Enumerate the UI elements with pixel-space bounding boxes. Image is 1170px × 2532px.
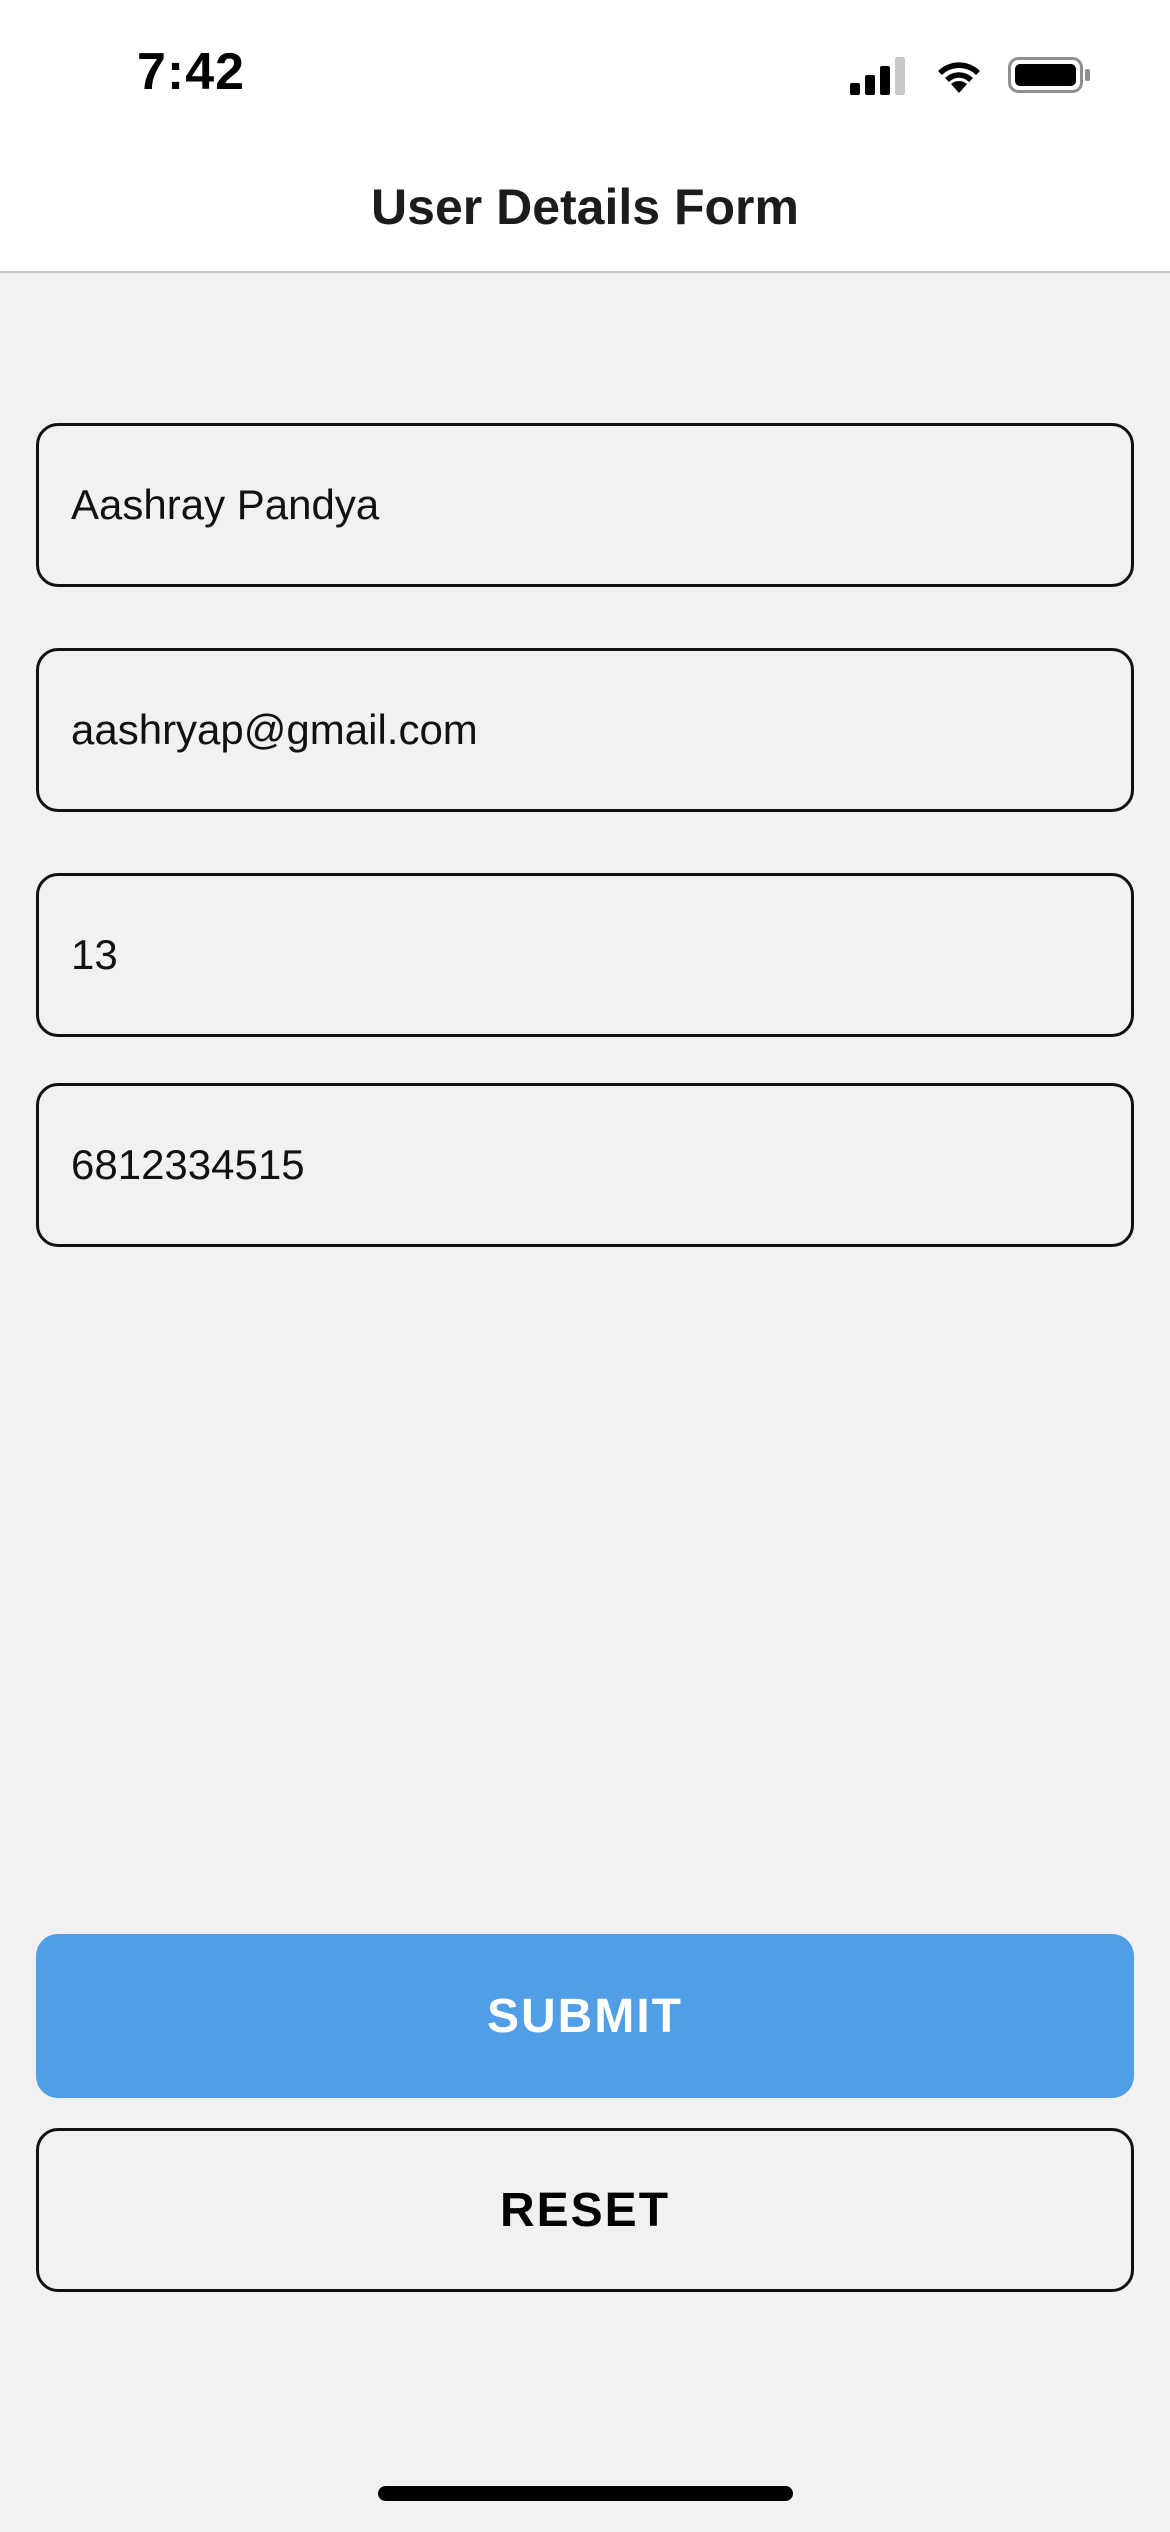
wifi-icon bbox=[932, 55, 986, 100]
battery-icon bbox=[1008, 55, 1092, 100]
name-field[interactable] bbox=[36, 423, 1134, 587]
name-input[interactable] bbox=[71, 481, 1131, 529]
home-indicator[interactable] bbox=[378, 2486, 793, 2501]
cellular-signal-icon bbox=[850, 55, 910, 100]
reset-button[interactable]: RESET bbox=[36, 2128, 1134, 2292]
status-time: 7:42 bbox=[137, 43, 246, 101]
phone-input[interactable] bbox=[71, 1141, 1131, 1189]
page-title: User Details Form bbox=[371, 179, 799, 235]
submit-button[interactable]: SUBMIT bbox=[36, 1934, 1134, 2098]
age-input[interactable] bbox=[71, 931, 1131, 979]
phone-field[interactable] bbox=[36, 1083, 1134, 1247]
status-icons bbox=[850, 56, 1092, 98]
age-field[interactable] bbox=[36, 873, 1134, 1037]
email-input[interactable] bbox=[71, 706, 1131, 754]
status-bar: 7:42 bbox=[0, 0, 1170, 140]
email-field[interactable] bbox=[36, 648, 1134, 812]
navigation-bar: User Details Form bbox=[0, 140, 1170, 273]
